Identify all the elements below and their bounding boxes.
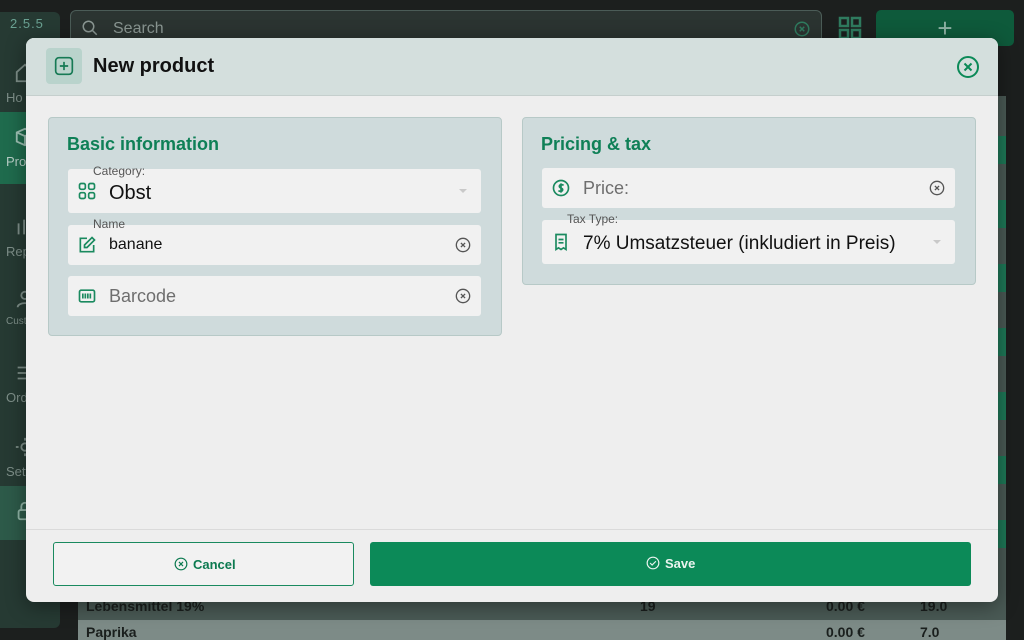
close-icon[interactable] [956,55,980,79]
category-select[interactable]: Category: Obst [68,164,481,213]
basic-information-section: Basic information Category: Obst Name ba… [48,117,502,336]
add-box-icon [46,48,82,84]
tax-type-select[interactable]: Tax Type: 7% Umsatzsteuer (inkludiert in… [542,212,955,264]
cancel-button[interactable]: Cancel [53,542,354,586]
name-label: Name [93,217,126,231]
save-button[interactable]: Save [370,542,971,586]
check-icon [646,556,660,570]
save-label: Save [665,556,696,571]
grid-icon [78,182,96,200]
tax-type-label: Tax Type: [567,212,619,226]
dialog-title: New product [93,55,215,77]
price-placeholder: Price: [583,178,630,198]
barcode-field[interactable]: Barcode [68,276,481,316]
divider [26,529,998,530]
barcode-icon [78,289,96,303]
clear-icon[interactable] [453,235,473,255]
cancel-icon [174,557,188,571]
name-value: banane [109,236,163,253]
chevron-down-icon [459,189,467,193]
pencil-icon [79,236,96,253]
section-title: Pricing & tax [541,134,652,154]
tax-type-value: 7% Umsatzsteuer (inkludiert in Preis) [583,233,896,254]
pricing-tax-section: Pricing & tax Price: Tax Type: 7% Umsatz… [522,117,976,285]
section-title: Basic information [67,134,220,154]
chevron-down-icon [933,240,941,244]
clear-icon[interactable] [453,286,473,306]
dollar-icon [552,179,570,197]
price-field[interactable]: Price: [542,168,955,208]
category-label: Category: [93,164,146,178]
cancel-label: Cancel [193,557,236,572]
category-value: Obst [109,182,152,204]
clear-icon[interactable] [927,178,947,198]
name-field[interactable]: Name banane [68,217,481,265]
receipt-icon [555,233,567,252]
new-product-dialog: New product Basic information Category: … [26,38,998,602]
dialog-header: New product [26,38,998,96]
barcode-placeholder: Barcode [109,286,177,306]
